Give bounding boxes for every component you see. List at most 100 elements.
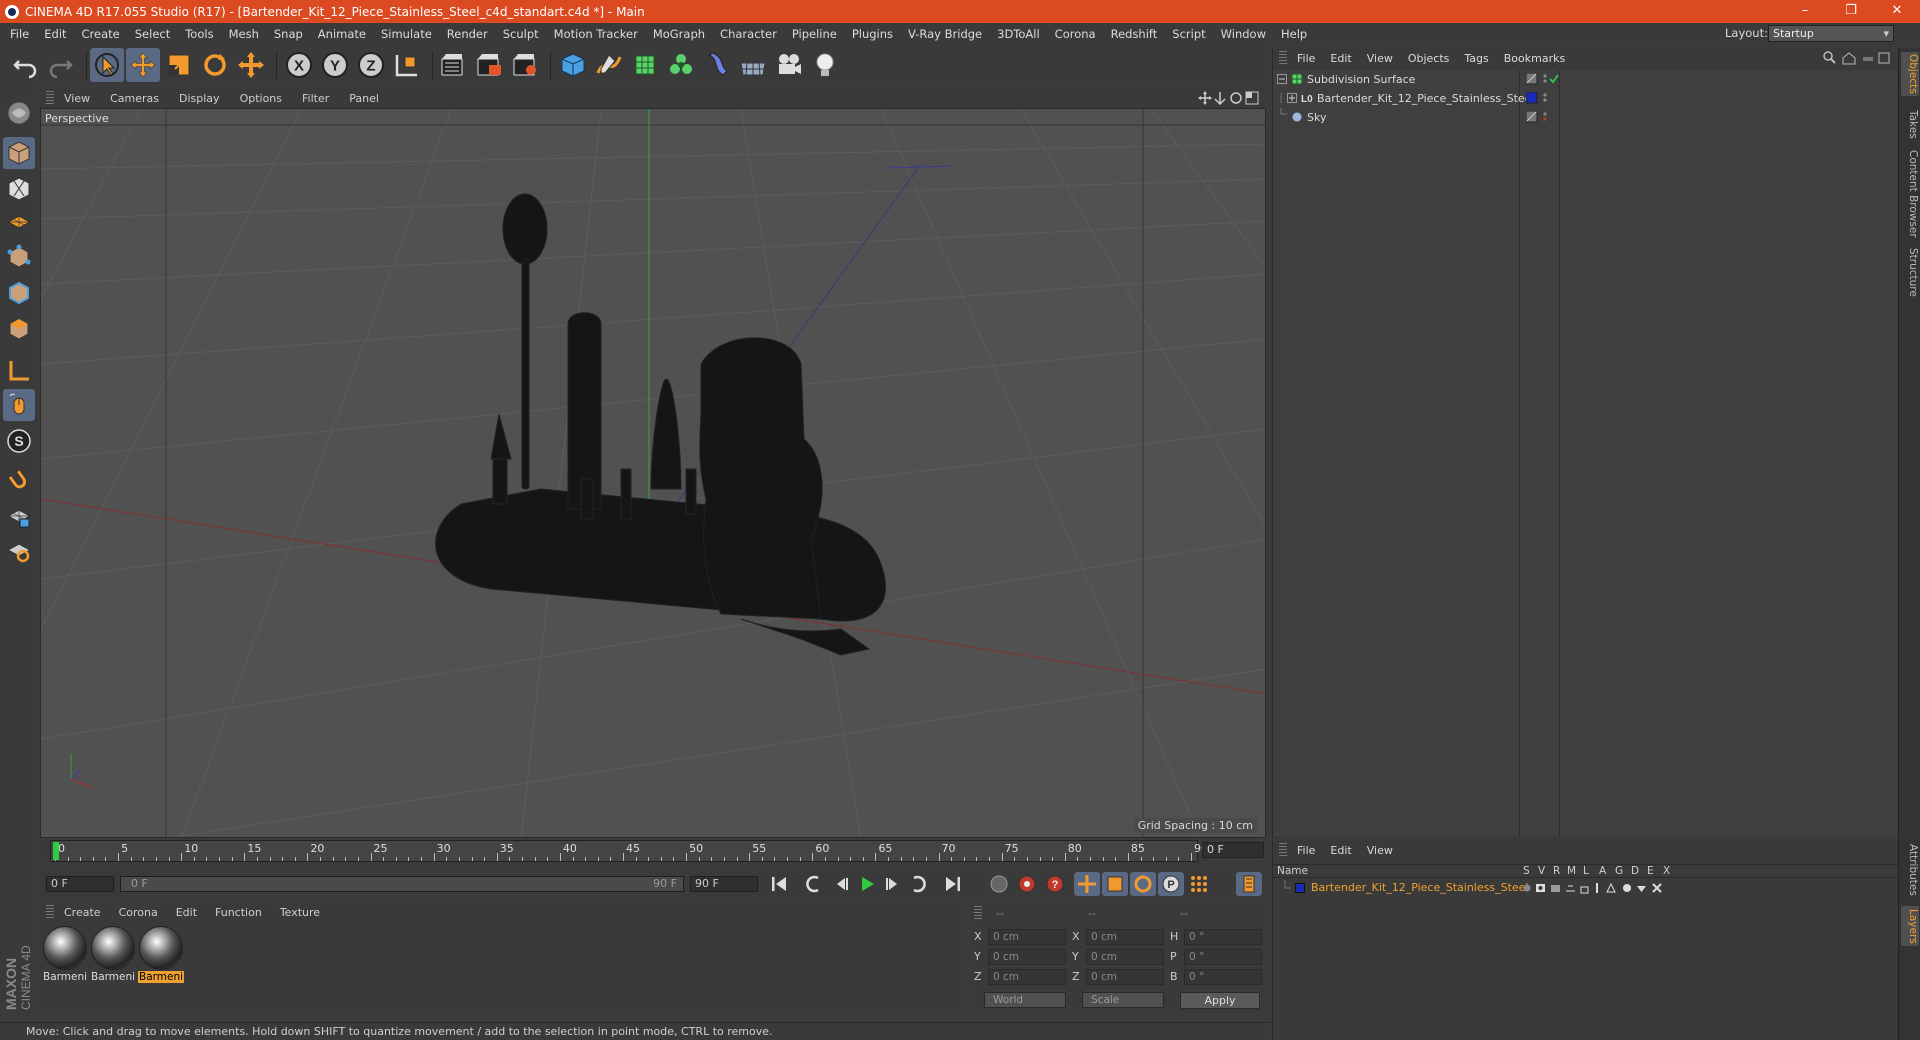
menu-window[interactable]: Window <box>1221 27 1266 41</box>
next-frame-icon[interactable] <box>880 872 906 896</box>
deformer-icon[interactable] <box>700 48 734 82</box>
menu-edit[interactable]: Edit <box>44 27 66 41</box>
pen-spline-icon[interactable] <box>592 48 626 82</box>
key-parameter-icon[interactable]: P <box>1158 872 1184 896</box>
snap-grid-icon[interactable] <box>3 501 35 533</box>
timeline-window-icon[interactable] <box>1236 872 1262 896</box>
menu-animate[interactable]: Animate <box>318 27 366 41</box>
previous-keyframe-icon[interactable] <box>800 872 826 896</box>
position-x-field[interactable]: 0 cm <box>988 929 1066 945</box>
previous-frame-icon[interactable] <box>828 872 854 896</box>
scale-icon[interactable] <box>162 48 196 82</box>
light-icon[interactable] <box>808 48 842 82</box>
move-icon[interactable] <box>126 48 160 82</box>
menu-file[interactable]: File <box>10 27 29 41</box>
material-menu-edit[interactable]: Edit <box>176 906 197 919</box>
size-mode-dropdown[interactable]: Scale <box>1082 992 1164 1008</box>
layers-menu-view[interactable]: View <box>1367 844 1393 857</box>
snap-grid-plane-icon[interactable] <box>3 205 35 237</box>
key-pla-icon[interactable] <box>1186 872 1212 896</box>
size-x-field[interactable]: 0 cm <box>1086 929 1164 945</box>
panel-grip-icon[interactable] <box>46 905 54 919</box>
bartender-kit-model[interactable] <box>435 193 887 656</box>
menu-tools[interactable]: Tools <box>185 27 213 41</box>
snap-settings-icon[interactable] <box>3 535 35 567</box>
menu-corona[interactable]: Corona <box>1055 27 1096 41</box>
objects-menu-view[interactable]: View <box>1367 52 1393 65</box>
material-swatch[interactable]: Barmeni <box>90 926 136 986</box>
layer-col-render[interactable]: R <box>1553 865 1560 877</box>
viewport-nav-icons[interactable] <box>1198 91 1260 105</box>
layer-name[interactable]: Bartender_Kit_12_Piece_Stainless_Steel <box>1311 881 1528 894</box>
layer-color-swatch[interactable] <box>1295 883 1305 893</box>
menu-mesh[interactable]: Mesh <box>229 27 259 41</box>
timeline-ruler[interactable]: 0 5 10 15 20 25 30 35 40 45 50 55 60 65 70 75 80 85 90 <box>50 840 1208 862</box>
menu-pipeline[interactable]: Pipeline <box>792 27 837 41</box>
viewport-menu-cameras[interactable]: Cameras <box>110 92 159 105</box>
panel-grip-icon[interactable] <box>46 91 54 105</box>
coordinate-space-dropdown[interactable]: World <box>984 992 1066 1008</box>
menu-mograph[interactable]: MoGraph <box>653 27 705 41</box>
layer-col-generators[interactable]: G <box>1615 865 1623 877</box>
z-axis-icon[interactable]: Z <box>354 48 388 82</box>
objects-menu-edit[interactable]: Edit <box>1330 52 1351 65</box>
timeline-playhead[interactable] <box>53 842 59 860</box>
frame-range-slider[interactable]: 0 F 90 F <box>120 876 684 892</box>
perspective-viewport[interactable]: Perspective Grid Spacing : 10 cm <box>40 108 1266 838</box>
cloner-icon[interactable] <box>664 48 698 82</box>
rotate-icon[interactable] <box>198 48 232 82</box>
coordinate-system-icon[interactable] <box>390 48 424 82</box>
menu-script[interactable]: Script <box>1172 27 1205 41</box>
object-row[interactable]: Sky <box>1273 108 1899 127</box>
size-z-field[interactable]: 0 cm <box>1086 969 1164 985</box>
texture-mode-icon[interactable] <box>3 137 35 169</box>
tab-objects[interactable]: Objects <box>1901 52 1919 96</box>
keyframe-selection-icon[interactable]: ? <box>1042 872 1068 896</box>
menu-sculpt[interactable]: Sculpt <box>503 27 539 41</box>
material-menu-corona[interactable]: Corona <box>119 906 158 919</box>
objects-menu-file[interactable]: File <box>1297 52 1315 65</box>
layers-menu-edit[interactable]: Edit <box>1330 844 1351 857</box>
edges-mode-icon[interactable] <box>3 277 35 309</box>
menu-3dtoall[interactable]: 3DToAll <box>997 27 1040 41</box>
x-axis-icon[interactable]: X <box>282 48 316 82</box>
object-row[interactable]: Subdivision Surface <box>1273 70 1899 89</box>
object-manager-nav-icons[interactable] <box>1823 51 1891 65</box>
record-active-objects-icon[interactable] <box>986 872 1012 896</box>
viewport-menu-panel[interactable]: Panel <box>349 92 379 105</box>
apply-button[interactable]: Apply <box>1180 992 1260 1009</box>
camera-icon[interactable] <box>772 48 806 82</box>
objects-menu-bookmarks[interactable]: Bookmarks <box>1504 52 1565 65</box>
objects-menu-objects[interactable]: Objects <box>1408 52 1450 65</box>
menu-snap[interactable]: Snap <box>274 27 303 41</box>
y-axis-icon[interactable]: Y <box>318 48 352 82</box>
size-y-field[interactable]: 0 cm <box>1086 949 1164 965</box>
tab-attributes[interactable]: Attributes <box>1901 840 1919 900</box>
subdivision-icon[interactable] <box>628 48 662 82</box>
object-layer-color-icons[interactable] <box>1526 92 1566 104</box>
object-visibility-icons[interactable] <box>1526 73 1566 85</box>
tab-structure[interactable]: Structure <box>1901 244 1919 300</box>
object-visibility-icons[interactable] <box>1526 111 1566 123</box>
material-menu-texture[interactable]: Texture <box>280 906 320 919</box>
layer-col-locked[interactable]: L <box>1583 865 1589 877</box>
restore-button[interactable]: ❐ <box>1828 0 1874 23</box>
layer-row[interactable]: Bartender_Kit_12_Piece_Stainless_Steel <box>1273 880 1899 897</box>
layer-col-expressions[interactable]: E <box>1647 865 1654 877</box>
viewport-menu-display[interactable]: Display <box>179 92 220 105</box>
object-row[interactable]: L0 Bartender_Kit_12_Piece_Stainless_Stee… <box>1273 89 1899 108</box>
material-menu-function[interactable]: Function <box>215 906 262 919</box>
autokeying-icon[interactable] <box>1014 872 1040 896</box>
model-mode-icon[interactable] <box>3 97 35 129</box>
layer-col-name[interactable]: Name <box>1277 865 1308 877</box>
rotation-b-field[interactable]: 0 ° <box>1184 969 1262 985</box>
material-swatch-selected[interactable]: Barmeni <box>138 926 184 986</box>
layer-col-xref[interactable]: X <box>1663 865 1670 877</box>
render-view-icon[interactable] <box>436 48 470 82</box>
layer-col-deformers[interactable]: D <box>1631 865 1639 877</box>
menu-help[interactable]: Help <box>1281 27 1307 41</box>
next-keyframe-icon[interactable] <box>906 872 932 896</box>
layout-dropdown[interactable]: Startup <box>1768 25 1894 42</box>
position-z-field[interactable]: 0 cm <box>988 969 1066 985</box>
material-swatch[interactable]: Barmeni <box>42 926 88 986</box>
